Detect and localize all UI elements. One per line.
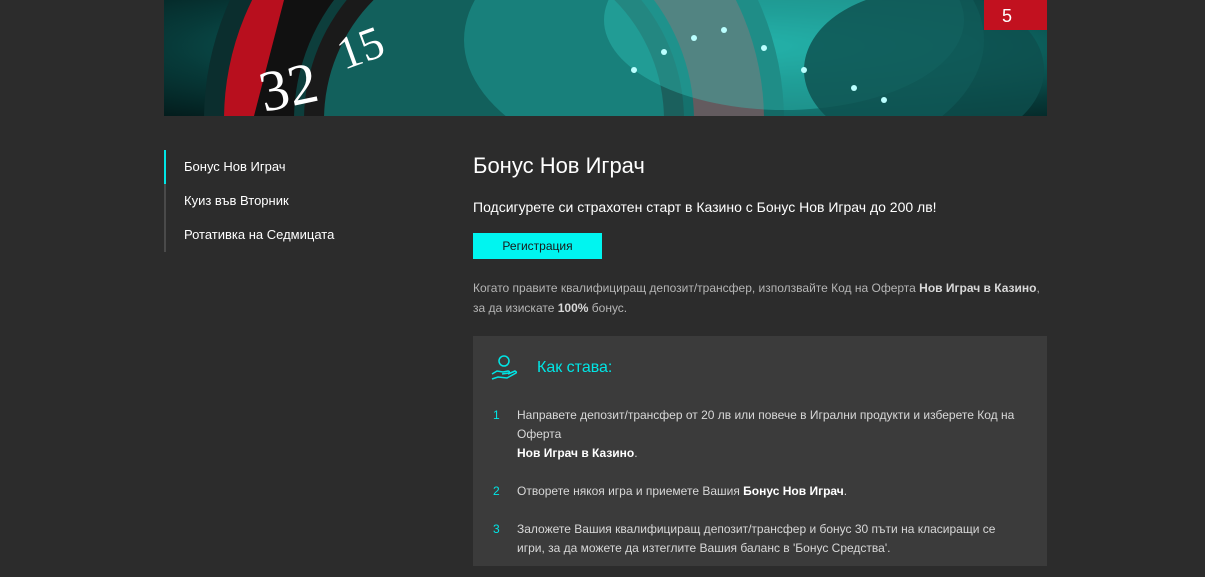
offer-code: Нов Играч в Казино xyxy=(919,281,1037,295)
how-it-works-header: Как става: xyxy=(489,352,612,384)
list-item: 2 Отворете някоя игра и приемете Вашия Б… xyxy=(493,482,1023,501)
step-number: 1 xyxy=(493,408,500,422)
register-button[interactable]: Регистрация xyxy=(473,233,602,259)
bonus-percent: 100% xyxy=(557,301,589,315)
hero-banner: 32 15 5 xyxy=(164,0,1047,116)
page-title: Бонус Нов Играч xyxy=(473,153,645,178)
step-text: Заложете Вашия квалифициращ депозит/тран… xyxy=(517,522,996,555)
sidebar-item-weekly-slot[interactable]: Ротативка на Седмицата xyxy=(166,218,426,252)
wheel-number: 5 xyxy=(1002,6,1012,26)
side-navigation: Бонус Нов Играч Куиз във Вторник Ротатив… xyxy=(164,150,426,252)
sidebar-item-tuesday-quiz[interactable]: Куиз във Вторник xyxy=(166,184,426,218)
offer-description: Когато правите квалифициращ депозит/тран… xyxy=(473,278,1047,318)
steps-list: 1 Направете депозит/трансфер от 20 лв ил… xyxy=(493,406,1023,577)
main-content: Бонус Нов Играч Подсигурете си страхотен… xyxy=(473,150,1047,318)
list-item: 3 Заложете Вашия квалифициращ депозит/тр… xyxy=(493,520,1023,558)
step-number: 2 xyxy=(493,484,500,498)
roulette-image: 32 15 5 xyxy=(204,0,1047,116)
subtitle: Подсигурете си страхотен старт в Казино … xyxy=(473,199,937,215)
hand-coin-icon xyxy=(491,355,518,380)
how-it-works-panel: Как става: 1 Направете депозит/трансфер … xyxy=(473,336,1047,566)
sidebar-item-new-player-bonus[interactable]: Бонус Нов Играч xyxy=(164,150,426,184)
step-number: 3 xyxy=(493,522,500,536)
desc-text: за да изискате xyxy=(473,301,558,315)
step-text: Отворете някоя игра и приемете Вашия Бон… xyxy=(517,484,848,498)
list-item: 1 Направете депозит/трансфер от 20 лв ил… xyxy=(493,406,1023,463)
desc-text: , xyxy=(1036,281,1040,295)
how-it-works-title: Как става: xyxy=(537,359,613,376)
desc-text: Когато правите квалифициращ депозит/тран… xyxy=(473,281,920,295)
desc-text: бонус. xyxy=(588,301,628,315)
step-text: Направете депозит/трансфер от 20 лв или … xyxy=(517,408,1015,460)
